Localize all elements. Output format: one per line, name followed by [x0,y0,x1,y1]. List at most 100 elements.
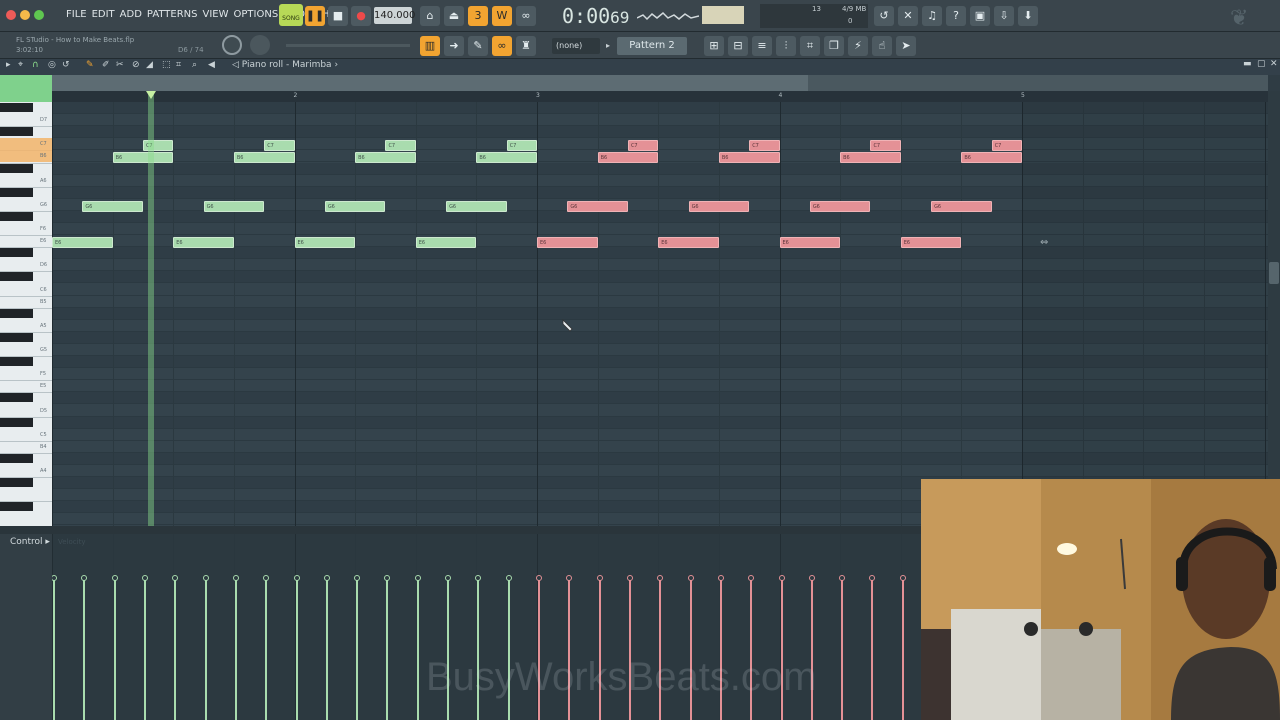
velocity-handle[interactable] [566,575,573,581]
piano-roll-icon[interactable]: ▥ [420,36,440,56]
microphone-icon[interactable]: ♫ [922,6,942,26]
velocity-handle[interactable] [626,575,633,581]
note[interactable]: E6 [415,237,477,249]
pencil-tool-icon[interactable]: ✎ [86,60,94,70]
velocity-stem[interactable] [325,578,328,720]
menu-patterns[interactable]: PATTERNS [147,9,198,20]
note[interactable]: C7 [749,140,780,152]
velocity-handle[interactable] [536,575,542,581]
playhead-marker[interactable] [146,91,156,99]
velocity-stem[interactable] [901,578,904,720]
undo-history-icon[interactable]: ↺ [874,6,894,26]
black-key[interactable] [0,417,33,427]
control-label[interactable]: Control ▸ [10,537,50,547]
master-volume-knob[interactable] [222,35,242,55]
pause-button[interactable]: ❚❚ [305,6,325,26]
pattern-prev-icon[interactable]: ▸ [606,41,610,50]
export-icon[interactable]: ⇩ [994,6,1014,26]
velocity-handle[interactable] [808,575,815,581]
velocity-stem[interactable] [113,578,116,720]
close-window-button[interactable] [6,10,16,20]
velocity-handle[interactable] [778,575,785,581]
note[interactable]: E6 [779,237,841,249]
record-button[interactable]: ● [351,6,371,26]
note[interactable]: G6 [567,200,628,212]
snap-icon[interactable]: ∩ [32,60,39,70]
note[interactable]: B6 [112,152,174,164]
note[interactable]: G6 [324,200,386,212]
note-grid[interactable]: C7 B6 G6 E6 C7 B6 G6 E6 C7 B6 G6 E6 C7 B6 G6 E6 C7 B6 G6 E6… [52,102,1268,526]
note[interactable]: B6 [961,152,1022,164]
mute-tool-icon[interactable]: ⊘ [132,60,140,70]
black-key[interactable] [0,127,33,137]
maximize-window-button[interactable] [34,10,44,20]
velocity-handle[interactable] [505,575,512,581]
note[interactable]: E6 [900,237,962,249]
menu-options[interactable]: OPTIONS [234,9,279,20]
minimize-window-button[interactable] [20,10,30,20]
overview-window[interactable] [52,75,808,91]
velocity-stem[interactable] [83,578,86,720]
channel-rack-icon[interactable]: ⊟ [728,36,748,56]
note[interactable]: E6 [52,237,113,249]
velocity-handle[interactable] [293,575,300,581]
black-key[interactable] [0,103,33,112]
black-key[interactable] [0,248,33,258]
share-icon[interactable]: ➤ [896,36,916,56]
mixer-icon[interactable]: ⊞ [704,36,724,56]
velocity-stem[interactable] [416,578,419,720]
velocity-stem[interactable] [234,578,237,720]
note[interactable]: G6 [931,200,992,212]
close-panel-icon[interactable]: ✕ [1270,59,1278,69]
piano-roll-menu-icon[interactable]: ▸ [6,60,11,70]
piano-keyboard[interactable]: F7E7D7C7B6A6G6F6E6D6C6B5A5G5F5E5D5C5B4A4 [0,102,52,526]
note[interactable]: B6 [476,152,537,164]
velocity-handle[interactable] [384,575,391,581]
black-key[interactable] [0,163,33,173]
note[interactable]: E6 [173,237,234,249]
velocity-handle[interactable] [232,575,239,581]
black-key[interactable] [0,211,33,221]
tool-corner[interactable] [0,75,52,102]
touch-keyboard-icon[interactable]: ☝ [872,36,892,56]
velocity-handle[interactable] [596,575,603,581]
note[interactable]: G6 [446,200,507,212]
menu-edit[interactable]: EDIT [92,9,115,20]
maximize-panel-icon[interactable]: ▢ [1257,59,1266,69]
note[interactable]: G6 [809,200,871,212]
tempo-display[interactable]: 140.000 [374,7,415,24]
browser-icon[interactable]: ≡ [752,36,772,56]
pattern-selector[interactable]: Pattern 2 [617,37,687,55]
velocity-stem[interactable] [386,578,389,720]
help-icon[interactable]: ? [946,6,966,26]
speaker-icon[interactable]: ◀ [208,60,215,70]
velocity-stem[interactable] [53,578,55,720]
save-icon[interactable]: ▣ [970,6,990,26]
select-tool-icon[interactable]: ⬚ [162,60,171,70]
velocity-handle[interactable] [899,575,906,581]
menu-add[interactable]: ADD [120,9,142,20]
note[interactable]: C7 [264,140,295,152]
download-icon[interactable]: ⬇ [1018,6,1038,26]
velocity-handle[interactable] [839,575,846,581]
link-icon[interactable]: ∞ [492,36,512,56]
vertical-scrollbar[interactable] [1268,91,1280,526]
velocity-handle[interactable] [81,575,88,581]
menu-view[interactable]: VIEW [203,9,229,20]
overview-scrollbar[interactable] [52,75,1268,91]
song-mode-toggle[interactable]: SONG [279,4,303,26]
black-key[interactable] [0,393,33,403]
velocity-handle[interactable] [657,575,664,581]
black-key[interactable] [0,453,33,463]
stamp-icon[interactable]: ♜ [516,36,536,56]
project-icon[interactable]: ⌗ [800,36,820,56]
note[interactable]: B6 [355,152,416,164]
playlist-icon[interactable]: ➜ [444,36,464,56]
velocity-stem[interactable] [174,578,177,720]
plugin-picker-icon[interactable]: ⫶ [776,36,796,56]
note[interactable]: G6 [82,200,143,212]
velocity-handle[interactable] [475,575,482,581]
black-key[interactable] [0,272,33,282]
velocity-handle[interactable] [172,575,179,581]
velocity-handle[interactable] [717,575,724,581]
